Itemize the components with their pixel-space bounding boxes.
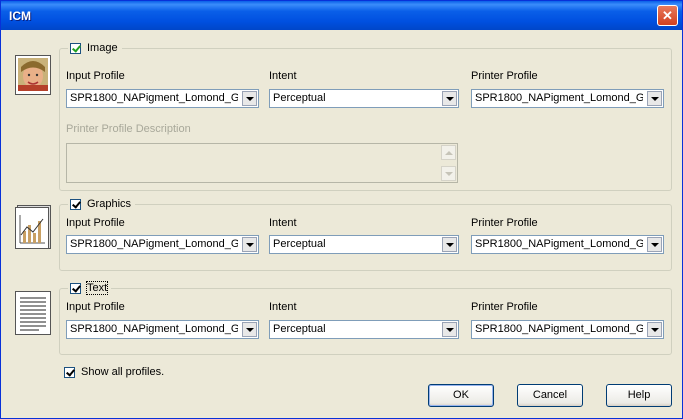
chevron-down-icon[interactable] — [442, 91, 457, 106]
image-label: Image — [87, 42, 118, 54]
show-all-profiles-row[interactable]: Show all profiles. — [64, 366, 164, 378]
graphics-group: Graphics Input Profile Intent Printer Pr… — [59, 197, 672, 271]
close-icon: ✕ — [662, 8, 673, 23]
graphics-printer-profile-select[interactable]: SPR1800_NAPigment_Lomond_Glc — [471, 235, 664, 254]
image-group: Image Input Profile Intent Printer Profi… — [59, 41, 672, 191]
icm-dialog: ICM ✕ Image Input Profile Intent Printer… — [0, 0, 683, 419]
image-printer-profile-value: SPR1800_NAPigment_Lomond_Glc — [475, 92, 643, 104]
ok-button[interactable]: OK — [428, 384, 494, 407]
bar-chart-icon — [15, 205, 51, 249]
chevron-down-icon[interactable] — [442, 237, 457, 252]
chevron-down-icon[interactable] — [242, 322, 257, 337]
text-printer-profile-value: SPR1800_NAPigment_Lomond_Glc — [475, 323, 643, 335]
input-profile-label: Input Profile — [66, 217, 125, 229]
text-printer-profile-select[interactable]: SPR1800_NAPigment_Lomond_Glc — [471, 320, 664, 339]
graphics-checkbox[interactable] — [70, 198, 81, 210]
text-input-profile-select[interactable]: SPR1800_NAPigment_Lomond_Glc — [66, 320, 259, 339]
image-checkbox[interactable] — [70, 42, 81, 54]
text-label: Text — [85, 281, 109, 295]
graphics-checkbox-row[interactable]: Graphics — [68, 197, 136, 211]
image-intent-value: Perceptual — [273, 92, 326, 104]
image-input-profile-value: SPR1800_NAPigment_Lomond_Glc — [70, 92, 238, 104]
printer-profile-label: Printer Profile — [471, 217, 538, 229]
text-checkbox-row[interactable]: Text — [68, 281, 112, 295]
graphics-label: Graphics — [87, 198, 132, 210]
printer-profile-label: Printer Profile — [471, 70, 538, 82]
chevron-down-icon[interactable] — [442, 322, 457, 337]
window-title: ICM — [9, 9, 31, 23]
photo-icon — [15, 55, 51, 95]
chevron-down-icon[interactable] — [242, 237, 257, 252]
text-checkbox[interactable] — [70, 282, 81, 294]
close-button[interactable]: ✕ — [657, 5, 678, 26]
text-intent-value: Perceptual — [273, 323, 326, 335]
graphics-input-profile-select[interactable]: SPR1800_NAPigment_Lomond_Glc — [66, 235, 259, 254]
text-input-profile-value: SPR1800_NAPigment_Lomond_Glc — [70, 323, 238, 335]
intent-label: Intent — [269, 301, 297, 313]
input-profile-label: Input Profile — [66, 301, 125, 313]
chevron-down-icon[interactable] — [242, 91, 257, 106]
graphics-intent-select[interactable]: Perceptual — [269, 235, 459, 254]
help-button[interactable]: Help — [606, 384, 672, 407]
chevron-down-icon[interactable] — [647, 237, 662, 252]
show-all-profiles-label: Show all profiles. — [81, 366, 165, 378]
scroll-up-icon — [441, 145, 456, 160]
image-intent-select[interactable]: Perceptual — [269, 89, 459, 108]
text-intent-select[interactable]: Perceptual — [269, 320, 459, 339]
input-profile-label: Input Profile — [66, 70, 125, 82]
show-all-profiles-checkbox[interactable] — [64, 366, 75, 378]
chevron-down-icon[interactable] — [647, 322, 662, 337]
description-scrollbar — [441, 145, 456, 181]
graphics-printer-profile-value: SPR1800_NAPigment_Lomond_Glc — [475, 238, 643, 250]
scroll-down-icon — [441, 166, 456, 181]
text-group: Text Input Profile Intent Printer Profil… — [59, 281, 672, 355]
image-checkbox-row[interactable]: Image — [68, 41, 122, 55]
graphics-input-profile-value: SPR1800_NAPigment_Lomond_Glc — [70, 238, 238, 250]
printer-profile-description-label: Printer Profile Description — [66, 123, 191, 135]
intent-label: Intent — [269, 217, 297, 229]
image-printer-profile-select[interactable]: SPR1800_NAPigment_Lomond_Glc — [471, 89, 664, 108]
printer-profile-label: Printer Profile — [471, 301, 538, 313]
title-bar[interactable]: ICM ✕ — [1, 1, 682, 30]
graphics-intent-value: Perceptual — [273, 238, 326, 250]
printer-profile-description-field — [66, 143, 458, 183]
image-input-profile-select[interactable]: SPR1800_NAPigment_Lomond_Glc — [66, 89, 259, 108]
intent-label: Intent — [269, 70, 297, 82]
chevron-down-icon[interactable] — [647, 91, 662, 106]
document-icon — [15, 291, 51, 335]
cancel-button[interactable]: Cancel — [517, 384, 583, 407]
